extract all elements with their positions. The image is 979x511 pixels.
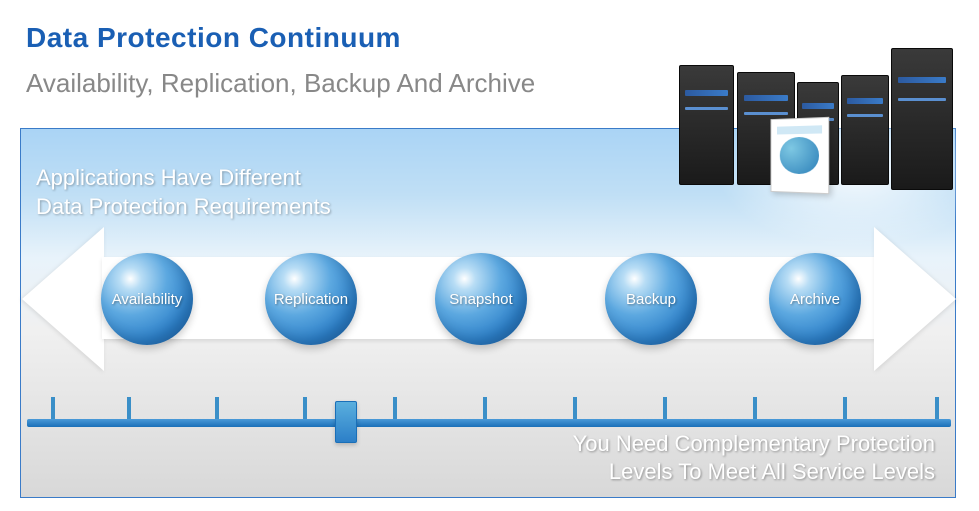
sphere-label: Archive xyxy=(790,291,840,308)
server-icon xyxy=(841,75,889,185)
page-title: Data Protection Continuum xyxy=(26,22,401,54)
panel-bottom-text-line1: You Need Complementary Protection xyxy=(573,430,935,458)
timeline-tick xyxy=(483,397,487,419)
server-icon xyxy=(679,65,734,185)
timeline-tick xyxy=(303,397,307,419)
sphere-label: Backup xyxy=(626,291,676,308)
sphere-backup: Backup xyxy=(605,253,697,345)
sphere-archive: Archive xyxy=(769,253,861,345)
sphere-availability: Availability xyxy=(101,253,193,345)
panel-bottom-text-line2: Levels To Meet All Service Levels xyxy=(573,458,935,486)
page-subtitle: Availability, Replication, Backup And Ar… xyxy=(26,68,535,99)
timeline-tick xyxy=(127,397,131,419)
timeline xyxy=(27,385,951,427)
panel-top-text-line2: Data Protection Requirements xyxy=(36,193,331,222)
panel-top-text-line1: Applications Have Different xyxy=(36,164,331,193)
timeline-marker xyxy=(335,401,357,443)
software-box-icon xyxy=(771,117,830,194)
server-icon xyxy=(891,48,953,190)
hardware-image xyxy=(669,30,959,200)
sphere-replication: Replication xyxy=(265,253,357,345)
timeline-tick xyxy=(393,397,397,419)
timeline-tick xyxy=(935,397,939,419)
sphere-snapshot: Snapshot xyxy=(435,253,527,345)
sphere-label: Snapshot xyxy=(449,291,512,308)
timeline-bar xyxy=(27,419,951,427)
timeline-tick xyxy=(753,397,757,419)
continuum-arrow: Availability Replication Snapshot Backup… xyxy=(27,229,951,369)
timeline-tick xyxy=(573,397,577,419)
panel-top-text: Applications Have Different Data Protect… xyxy=(36,164,331,221)
sphere-label: Availability xyxy=(112,291,183,308)
panel-bottom-text: You Need Complementary Protection Levels… xyxy=(573,430,935,485)
sphere-label: Replication xyxy=(274,291,348,308)
arrow-left-icon xyxy=(22,227,104,371)
timeline-tick xyxy=(215,397,219,419)
timeline-tick xyxy=(51,397,55,419)
timeline-tick xyxy=(843,397,847,419)
timeline-tick xyxy=(663,397,667,419)
arrow-right-icon xyxy=(874,227,956,371)
